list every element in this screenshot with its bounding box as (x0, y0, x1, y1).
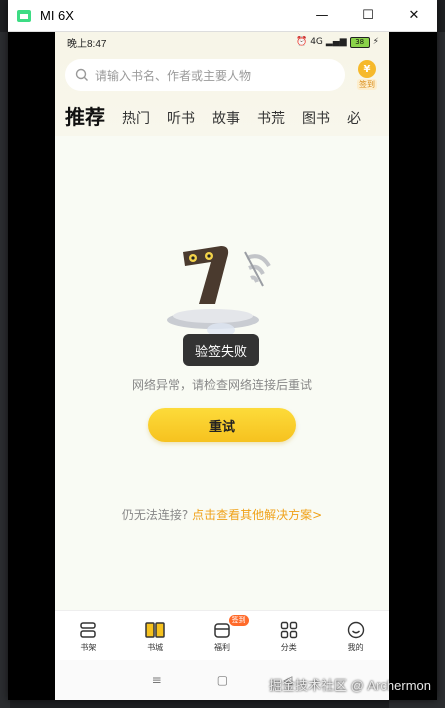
header: 请输入书名、作者或主要人物 ¥ 签到 推荐 热门 听书 故事 书荒 图书 必 (55, 52, 389, 136)
phone-screen: 晚上8:47 ⏰ 4G ▂▄▆ 38 ⚡ 请输入书名、作者或主要人物 ¥ 签到 … (55, 32, 389, 700)
help-question: 仍无法连接? (121, 508, 189, 522)
close-button[interactable]: ✕ (391, 0, 437, 31)
minimize-button[interactable]: — (299, 0, 345, 31)
nav-welfare[interactable]: 签到 福利 (189, 611, 256, 661)
nav-label: 我的 (347, 642, 364, 652)
retry-button[interactable]: 重试 (148, 408, 296, 442)
android-app-icon (17, 9, 31, 22)
signin-button[interactable]: ¥ 签到 (353, 60, 381, 90)
category-icon (279, 620, 299, 640)
no-network-cat-ufo-illustration (167, 246, 271, 337)
signal-label: 4G (310, 37, 323, 47)
emulator-window: MI 6X — ☐ ✕ 晚上8:47 ⏰ 4G ▂▄▆ 38 ⚡ 请输入书名、作… (8, 0, 437, 700)
window-title: MI 6X (40, 8, 74, 23)
search-row: 请输入书名、作者或主要人物 ¥ 签到 (65, 56, 381, 94)
alarm-icon: ⏰ (295, 37, 308, 47)
search-icon (75, 68, 88, 81)
nav-label: 书城 (147, 642, 164, 652)
nav-label: 分类 (280, 642, 297, 652)
home-icon[interactable]: ▢ (217, 673, 228, 687)
charging-icon: ⚡ (372, 37, 379, 47)
bookshelf-icon (78, 620, 98, 640)
nav-category[interactable]: 分类 (255, 611, 322, 661)
maximize-button[interactable]: ☐ (345, 0, 391, 31)
nav-bookstore[interactable]: 书城 (122, 611, 189, 661)
nav-profile[interactable]: 我的 (322, 611, 389, 661)
window-titlebar: MI 6X — ☐ ✕ (8, 0, 437, 32)
nav-label: 书架 (80, 642, 97, 652)
tab-story[interactable]: 故事 (212, 108, 240, 136)
status-time: 晚上8:47 (67, 38, 107, 50)
bottom-nav: 书架 书城 签到 福利 分类 我的 (55, 610, 389, 661)
tab-book-shortage[interactable]: 书荒 (257, 108, 285, 136)
watermark: 掘金技术社区 @ Archermon (269, 678, 431, 693)
error-message: 网络异常，请检查网络连接后重试 (131, 378, 312, 392)
profile-icon (346, 620, 366, 640)
search-input[interactable]: 请输入书名、作者或主要人物 (65, 59, 345, 91)
battery-icon: 38 (349, 36, 370, 48)
help-solutions-link[interactable]: 点击查看其他解决方案> (192, 508, 322, 522)
nav-bookshelf[interactable]: 书架 (55, 611, 122, 661)
status-bar: 晚上8:47 ⏰ 4G ▂▄▆ 38 ⚡ (55, 32, 389, 52)
tab-books[interactable]: 图书 (302, 108, 330, 136)
error-content: 验签失败 网络异常，请检查网络连接后重试 重试 仍无法连接? 点击查看其他解决方… (55, 136, 389, 592)
signin-label: 签到 (357, 79, 377, 90)
help-row: 仍无法连接? 点击查看其他解决方案> (55, 506, 389, 523)
menu-icon[interactable]: ≡ (152, 673, 162, 687)
search-placeholder: 请输入书名、作者或主要人物 (95, 68, 252, 83)
status-icons: ⏰ 4G ▂▄▆ 38 ⚡ (295, 36, 379, 48)
tab-audio[interactable]: 听书 (167, 108, 195, 136)
tab-recommend[interactable]: 推荐 (65, 101, 105, 136)
signal-icon: ▂▄▆ (325, 37, 347, 47)
bookstore-icon (145, 620, 165, 640)
nav-label: 福利 (213, 642, 230, 652)
toast-message: 验签失败 (183, 334, 259, 366)
signin-badge: 签到 (228, 615, 249, 626)
category-tabs: 推荐 热门 听书 故事 书荒 图书 必 (65, 94, 381, 136)
tab-must-read[interactable]: 必 (347, 108, 361, 136)
coin-icon: ¥ (358, 60, 376, 78)
tab-hot[interactable]: 热门 (122, 108, 150, 136)
